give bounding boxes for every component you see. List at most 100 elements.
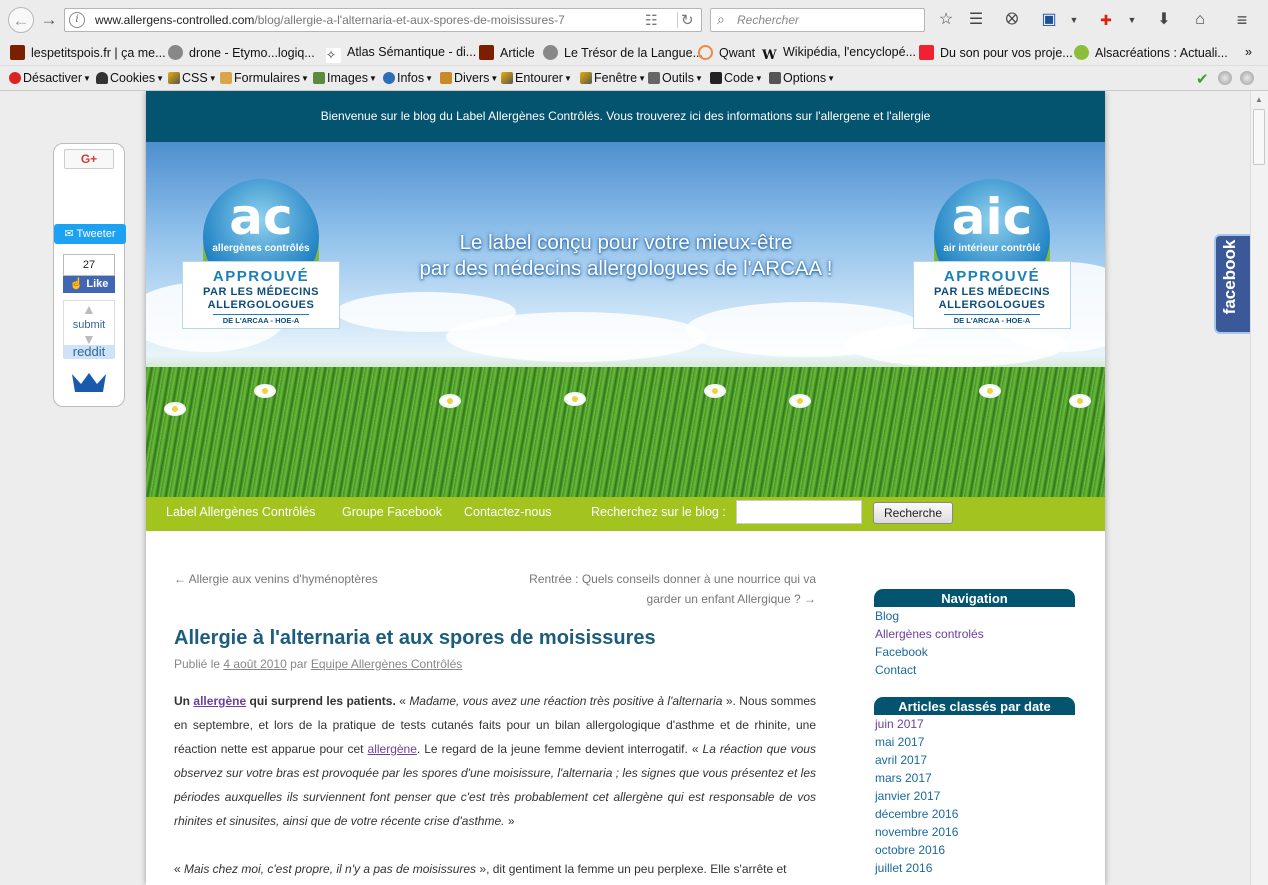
reddit-submit[interactable]: submit	[64, 319, 114, 331]
addon-red-cross-icon[interactable]: ✚	[1096, 10, 1116, 30]
cloud-shape	[446, 312, 706, 362]
next-post-line: Rentrée : Quels conseils donner à une no…	[529, 572, 816, 586]
bookmarks-overflow-icon[interactable]: »	[1245, 45, 1252, 59]
dev-menu-disable[interactable]: Désactiver▼	[9, 71, 91, 85]
url-bar[interactable]: i www.allergens-controlled.com/blog/alle…	[64, 8, 702, 32]
url-text[interactable]: www.allergens-controlled.com/blog/allerg…	[95, 13, 565, 27]
daisy-flower	[981, 386, 999, 396]
bookmarks-list-icon[interactable]: ☰	[966, 10, 986, 30]
menu-facebook-group-link[interactable]: Groupe Facebook	[342, 497, 442, 527]
css-pencil-icon	[168, 72, 180, 84]
archive-item[interactable]: mai 2017	[875, 733, 924, 751]
facebook-tab-label: facebook	[1220, 239, 1239, 315]
dev-menu-misc[interactable]: Divers▼	[440, 71, 498, 85]
dev-menu-forms[interactable]: Formulaires▼	[220, 71, 309, 85]
dev-menu-cookies[interactable]: Cookies▼	[96, 71, 164, 85]
addon-dropdown-icon[interactable]: ▼	[1122, 10, 1142, 30]
dev-menu-outline[interactable]: Entourer▼	[501, 71, 572, 85]
bookmark-star-icon[interactable]: ☆	[936, 10, 956, 30]
back-button[interactable]: ←	[8, 7, 34, 33]
scroll-thumb[interactable]	[1253, 109, 1265, 165]
next-post-link[interactable]: Rentrée : Quels conseils donner à une no…	[476, 569, 816, 609]
archive-item[interactable]: mars 2017	[875, 769, 932, 787]
archive-item[interactable]: juin 2017	[875, 715, 924, 733]
blog-page: Bienvenue sur le blog du Label Allergène…	[146, 91, 1105, 885]
archive-item[interactable]: juillet 2016	[875, 859, 932, 877]
blog-search-button[interactable]: Recherche	[873, 502, 953, 524]
archive-item[interactable]: avril 2017	[875, 751, 927, 769]
dev-menu-window[interactable]: Fenêtre▼	[580, 71, 646, 85]
google-plus-button[interactable]: G+	[64, 149, 114, 169]
tweet-label: Tweeter	[76, 228, 116, 240]
globe-icon	[543, 45, 558, 60]
sidebar-item-blog[interactable]: Blog	[875, 607, 899, 625]
lespetitspois-favicon-icon	[10, 45, 25, 60]
home-icon[interactable]: ⌂	[1190, 10, 1210, 30]
aic-logo: aic air intérieur contrôlé APPROUVÉ PAR …	[913, 179, 1071, 329]
reddit-widget[interactable]: ▲ submit ▼ reddit	[63, 300, 115, 359]
save-dropdown-icon[interactable]: ▼	[1064, 10, 1084, 30]
dev-menu-tools[interactable]: Outils▼	[648, 71, 703, 85]
sidebar-archives-title: Articles classés par date	[874, 697, 1075, 715]
sidebar-item-contact[interactable]: Contact	[875, 661, 916, 679]
bookmark-item[interactable]: W Wikipédia, l'encyclopé...	[762, 45, 916, 63]
dev-menu-css[interactable]: CSS▼	[168, 71, 217, 85]
page-scrollbar[interactable]: ▲	[1250, 91, 1268, 885]
post-author-link[interactable]: Equipe Allergènes Contrôlés	[311, 657, 462, 671]
logo-doctors: PAR LES MÉDECINS ALLERGOLOGUES	[203, 286, 319, 311]
bookmark-item[interactable]: Qwant	[698, 45, 755, 60]
dev-menu-code[interactable]: Code▼	[710, 71, 763, 85]
previous-post-link[interactable]: ← Allergie aux venins d'hyménoptères	[174, 569, 378, 589]
forward-button[interactable]: →	[36, 7, 62, 33]
crown-icon[interactable]	[70, 370, 108, 394]
archive-item[interactable]: octobre 2016	[875, 841, 945, 859]
bookmark-item[interactable]: Alsacréations : Actuali...	[1074, 45, 1228, 60]
pocket-icon[interactable]: ⭙	[1002, 10, 1022, 30]
bookmark-item[interactable]: Article	[479, 45, 535, 60]
bookmark-item[interactable]: lespetitspois.fr | ça me...	[10, 45, 166, 60]
dev-menu-images[interactable]: Images▼	[313, 71, 377, 85]
bookmark-item[interactable]: ✧ Atlas Sémantique - di...	[326, 45, 476, 63]
tagline-line-2: par des médecins allergologues de l'ARCA…	[419, 257, 833, 280]
bookmark-item[interactable]: Le Trésor de la Langue...	[543, 45, 703, 60]
dev-menu-options[interactable]: Options▼	[769, 71, 835, 85]
save-icon[interactable]: ▣	[1039, 10, 1059, 30]
post-date-link[interactable]: 4 août 2010	[223, 657, 286, 671]
facebook-like-button[interactable]: ☝ Like	[63, 276, 115, 293]
sidebar-item-allergenes[interactable]: Allergènes controlés	[875, 625, 984, 643]
qwant-icon	[698, 45, 713, 60]
bookmark-item[interactable]: Du son pour vos proje...	[919, 45, 1073, 60]
archive-item[interactable]: janvier 2017	[875, 787, 940, 805]
tweet-button[interactable]: ✉ Tweeter	[54, 224, 126, 244]
bookmark-item[interactable]: drone - Etymo...logiq...	[168, 45, 315, 60]
menu-icon[interactable]: ≡	[1232, 10, 1252, 30]
meta-by-label: par	[290, 657, 308, 671]
scroll-up-icon[interactable]: ▲	[1255, 95, 1263, 104]
daisy-flower	[256, 386, 274, 396]
menu-contact-link[interactable]: Contactez-nous	[464, 497, 552, 527]
allergene-link[interactable]: allergène	[193, 694, 246, 708]
daisy-flower	[441, 396, 459, 406]
browser-search-bar[interactable]: ⌕ Rechercher	[710, 8, 925, 32]
sidebar-item-facebook[interactable]: Facebook	[875, 643, 928, 661]
site-info-icon[interactable]: i	[69, 12, 85, 28]
logo-card: APPROUVÉ PAR LES MÉDECINS ALLERGOLOGUES D…	[913, 261, 1071, 329]
reload-icon[interactable]: ↻	[681, 11, 694, 29]
checkmark-icon: ✔	[1196, 71, 1209, 88]
facebook-side-tab[interactable]: facebook	[1214, 234, 1250, 334]
logo-approved: APPROUVÉ	[212, 268, 310, 285]
menu-label-link[interactable]: Label Allergènes Contrôlés	[166, 497, 315, 527]
upvote-icon[interactable]: ▲	[82, 301, 96, 317]
forms-icon	[220, 72, 232, 84]
reader-view-icon[interactable]: ☷	[645, 12, 658, 29]
archive-item[interactable]: novembre 2016	[875, 823, 958, 841]
archive-item[interactable]: décembre 2016	[875, 805, 958, 823]
ac-logo: ac allergènes contrôlés APPROUVÉ PAR LES…	[182, 179, 340, 329]
downloads-icon[interactable]: ⬇	[1154, 10, 1174, 30]
blog-search-input[interactable]	[736, 500, 862, 524]
allergene-link[interactable]: allergène	[368, 742, 417, 756]
cookies-icon	[96, 72, 108, 84]
dev-menu-infos[interactable]: Infos▼	[383, 71, 433, 85]
post-paragraph: « Mais chez moi, c'est propre, il n'y a …	[174, 862, 787, 876]
logo-arcaa: DE L'ARCAA - HOE-A	[213, 314, 309, 325]
